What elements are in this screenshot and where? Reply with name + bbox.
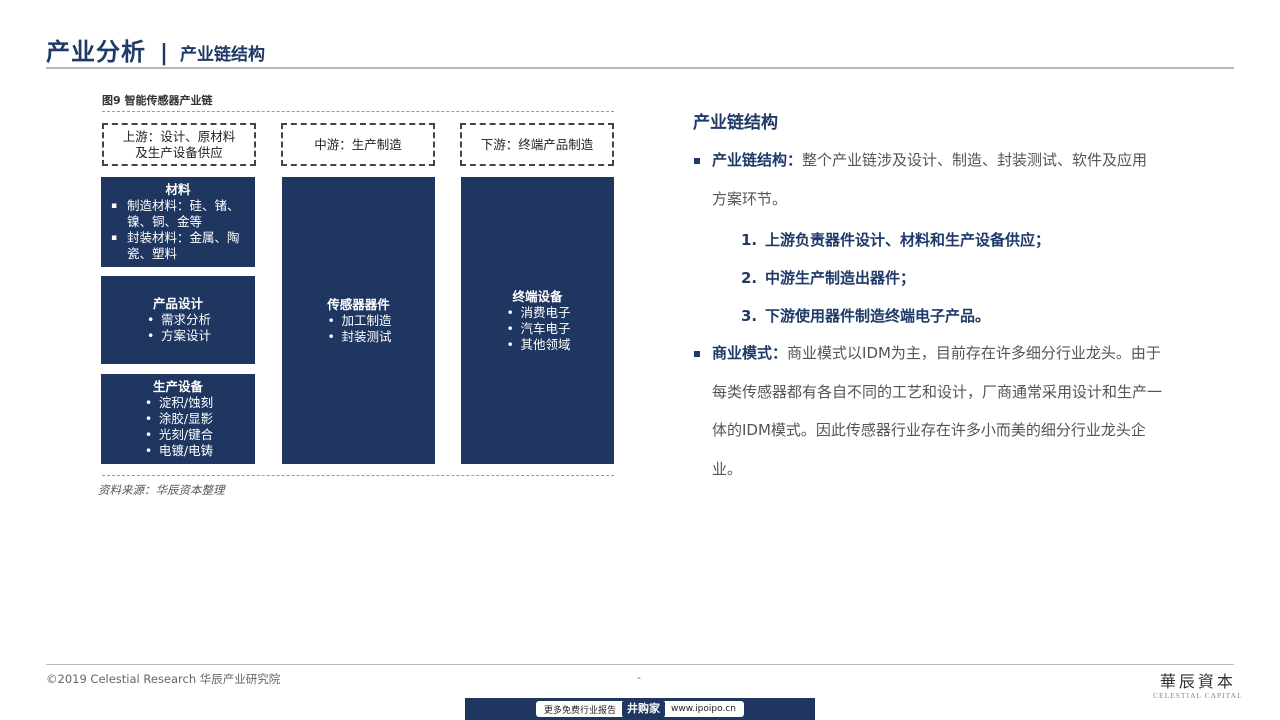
paragraph-business-model-text: 商业模式以IDM为主，目前存在许多细分行业龙头。由于每类传感器都有各自不同的工艺…: [712, 344, 1163, 478]
page-number: -: [637, 671, 641, 684]
bullet-icon: [694, 351, 700, 357]
banner-url-link[interactable]: www.ipoipo.cn: [671, 704, 736, 714]
paragraph-business-model: 商业模式：商业模式以IDM为主，目前存在许多细分行业龙头。由于每类传感器都有各自…: [712, 334, 1162, 488]
block-materials-list: 制造材料：硅、锗、镍、铜、金等 封装材料：金属、陶瓷、塑料: [101, 198, 255, 262]
list-item: 封装材料：金属、陶瓷、塑料: [111, 230, 247, 262]
list-item: 淀积/蚀刻: [143, 395, 213, 411]
block-materials: 材料 制造材料：硅、锗、镍、铜、金等 封装材料：金属、陶瓷、塑料: [101, 177, 255, 267]
stage-midstream: 中游：生产制造: [281, 123, 435, 166]
list-item: 方案设计: [145, 328, 211, 344]
stage-downstream-label: 下游：终端产品制造: [480, 136, 594, 152]
promo-banner[interactable]: 更多免费行业报告 井购家 www.ipoipo.cn: [465, 698, 815, 720]
list-item: 涂胶/显影: [143, 411, 213, 427]
block-product-design: 产品设计 需求分析 方案设计: [101, 276, 255, 364]
stage-midstream-label: 中游：生产制造: [314, 136, 402, 152]
paragraph-business-model-lead: 商业模式：: [712, 344, 788, 362]
promo-banner-content: 更多免费行业报告 井购家 www.ipoipo.cn: [536, 701, 744, 717]
list-item: 光刻/键合: [143, 427, 213, 443]
block-terminal-devices-list: 消费电子 汽车电子 其他领域: [504, 305, 570, 353]
page-subtitle: 产业链结构: [180, 45, 266, 65]
paragraph-structure: 产业链结构：整个产业链涉及设计、制造、封装测试、软件及应用方案环节。: [712, 141, 1162, 218]
block-product-design-title: 产品设计: [152, 296, 203, 311]
block-terminal-devices: 终端设备 消费电子 汽车电子 其他领域: [461, 177, 614, 464]
title-separator: |: [160, 41, 169, 66]
paragraph-structure-lead: 产业链结构：: [712, 151, 803, 169]
block-production-equipment: 生产设备 淀积/蚀刻 涂胶/显影 光刻/键合 电镀/电铸: [101, 374, 255, 464]
header-divider: [46, 67, 1234, 69]
list-item-upstream: 1. 上游负责器件设计、材料和生产设备供应；: [741, 229, 1050, 250]
block-production-equipment-title: 生产设备: [152, 379, 203, 394]
list-text: 中游生产制造出器件；: [765, 269, 916, 287]
banner-text: 更多免费行业报告: [544, 705, 617, 716]
list-item-midstream: 2. 中游生产制造出器件；: [741, 267, 915, 288]
stage-downstream: 下游：终端产品制造: [460, 123, 614, 166]
section-title: 产业链结构: [693, 113, 778, 133]
list-item: 封装测试: [325, 329, 391, 345]
list-item: 其他领域: [504, 337, 570, 353]
list-text: 上游负责器件设计、材料和生产设备供应；: [765, 231, 1051, 249]
block-sensor-devices-list: 加工制造 封装测试: [325, 313, 391, 345]
list-number: 2.: [741, 269, 758, 287]
block-sensor-devices: 传感器器件 加工制造 封装测试: [282, 177, 435, 464]
page-header: 产业分析 | 产业链结构: [46, 32, 265, 66]
stage-upstream: 上游：设计、原材料 及生产设备供应: [102, 123, 256, 166]
list-item: 需求分析: [145, 312, 211, 328]
figure-top-divider: [102, 111, 614, 112]
company-logo: 華辰資本 CELESTIAL CAPITAL: [1153, 668, 1243, 700]
logo-text-cn: 華辰資本: [1159, 672, 1236, 691]
list-text: 下游使用器件制造终端电子产品。: [765, 307, 991, 325]
stage-upstream-line2: 及生产设备供应: [135, 144, 223, 160]
figure-source: 资料来源：华辰资本整理: [98, 483, 225, 497]
bullet-icon: [694, 158, 700, 164]
block-product-design-list: 需求分析 方案设计: [145, 312, 211, 344]
list-item: 消费电子: [504, 305, 570, 321]
list-item-downstream: 3. 下游使用器件制造终端电子产品。: [741, 305, 990, 326]
figure-title: 图9 智能传感器产业链: [102, 94, 213, 107]
page-title: 产业分析: [46, 38, 146, 66]
list-number: 1.: [741, 231, 758, 249]
footer-copyright: ©2019 Celestial Research 华辰产业研究院: [46, 672, 281, 686]
block-production-equipment-list: 淀积/蚀刻 涂胶/显影 光刻/键合 电镀/电铸: [143, 395, 213, 459]
list-item: 电镀/电铸: [143, 443, 213, 459]
block-materials-title: 材料: [165, 182, 191, 197]
list-item: 制造材料：硅、锗、镍、铜、金等: [111, 198, 247, 230]
banner-brand: 井购家: [622, 701, 666, 717]
block-sensor-devices-title: 传感器器件: [327, 296, 390, 312]
logo-text-en: CELESTIAL CAPITAL: [1153, 691, 1243, 700]
stage-upstream-line1: 上游：设计、原材料: [122, 128, 236, 144]
list-number: 3.: [741, 307, 758, 325]
footer-divider: [46, 664, 1234, 665]
block-terminal-devices-title: 终端设备: [512, 289, 563, 304]
list-item: 汽车电子: [504, 321, 570, 337]
figure-bottom-divider: [102, 475, 614, 476]
list-item: 加工制造: [325, 313, 391, 329]
